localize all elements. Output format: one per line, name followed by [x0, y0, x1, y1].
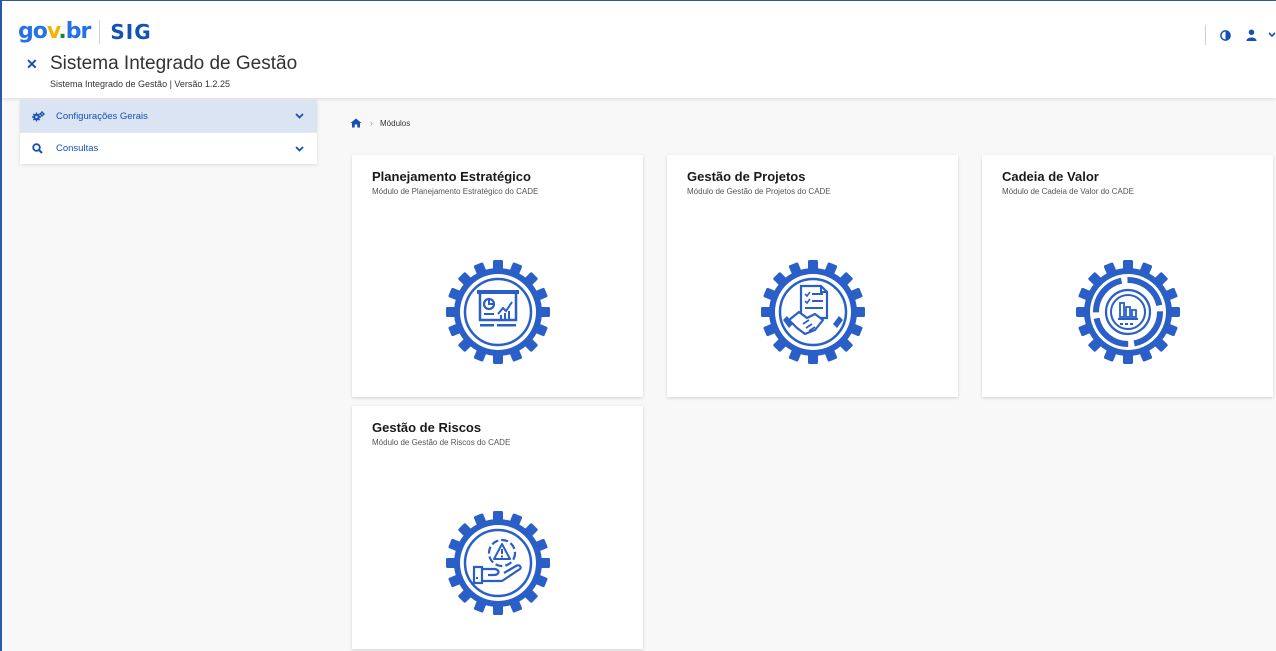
- module-card-cadeia-de-valor[interactable]: Cadeia de Valor Módulo de Cadeia de Valo…: [982, 155, 1273, 397]
- breadcrumb-separator: ›: [370, 118, 373, 128]
- risk-warning-gear-icon: [444, 509, 552, 617]
- app-header: gov.br SIG ✕ Sistema Integrado de Gestão…: [2, 1, 1276, 98]
- card-title: Gestão de Projetos: [687, 169, 806, 184]
- card-description: Módulo de Gestão de Riscos do CADE: [372, 438, 511, 447]
- sidebar-menu: Configurações Gerais Consultas: [20, 100, 317, 164]
- home-icon[interactable]: [350, 118, 362, 128]
- card-title: Planejamento Estratégico: [372, 169, 531, 184]
- page-title: Sistema Integrado de Gestão: [50, 53, 298, 74]
- contrast-icon[interactable]: [1216, 26, 1234, 44]
- card-title: Cadeia de Valor: [1002, 169, 1099, 184]
- chevron-down-icon[interactable]: [293, 113, 305, 119]
- close-icon[interactable]: ✕: [26, 56, 38, 73]
- card-description: Módulo de Planejamento Estratégico do CA…: [372, 187, 539, 196]
- chevron-down-icon[interactable]: [1268, 26, 1276, 44]
- header-divider: [1205, 25, 1206, 45]
- brand-divider: [99, 20, 101, 44]
- sidebar-item-configuracoes-gerais[interactable]: Configurações Gerais: [20, 100, 317, 132]
- gears-icon: [32, 110, 46, 122]
- sidebar-item-label: Consultas: [56, 143, 99, 154]
- page-subtitle: Sistema Integrado de Gestão | Versão 1.2…: [50, 79, 230, 89]
- sidebar-item-consultas[interactable]: Consultas: [20, 132, 317, 164]
- breadcrumb: › Módulos: [350, 118, 410, 128]
- user-icon[interactable]: [1242, 26, 1260, 44]
- module-card-gestao-de-riscos[interactable]: Gestão de Riscos Módulo de Gestão de Ris…: [352, 406, 643, 649]
- card-title: Gestão de Riscos: [372, 420, 482, 435]
- presentation-board-gear-icon: [444, 258, 552, 366]
- chevron-down-icon[interactable]: [293, 145, 305, 152]
- header-actions: [1205, 25, 1276, 45]
- sig-logo: SIG: [110, 20, 152, 44]
- govbr-logo: gov.br: [18, 19, 91, 44]
- module-card-planejamento-estrategico[interactable]: Planejamento Estratégico Módulo de Plane…: [352, 155, 643, 397]
- module-card-gestao-de-projetos[interactable]: Gestão de Projetos Módulo de Gestão de P…: [667, 155, 958, 397]
- search-icon: [32, 143, 46, 154]
- sidebar-item-label: Configurações Gerais: [56, 110, 148, 122]
- brand[interactable]: gov.br SIG: [18, 19, 152, 45]
- card-description: Módulo de Cadeia de Valor do CADE: [1002, 187, 1134, 196]
- card-description: Módulo de Gestão de Projetos do CADE: [687, 187, 831, 196]
- breadcrumb-current: Módulos: [380, 118, 411, 128]
- value-chain-gear-icon: [1074, 258, 1182, 366]
- handshake-document-gear-icon: [759, 258, 867, 366]
